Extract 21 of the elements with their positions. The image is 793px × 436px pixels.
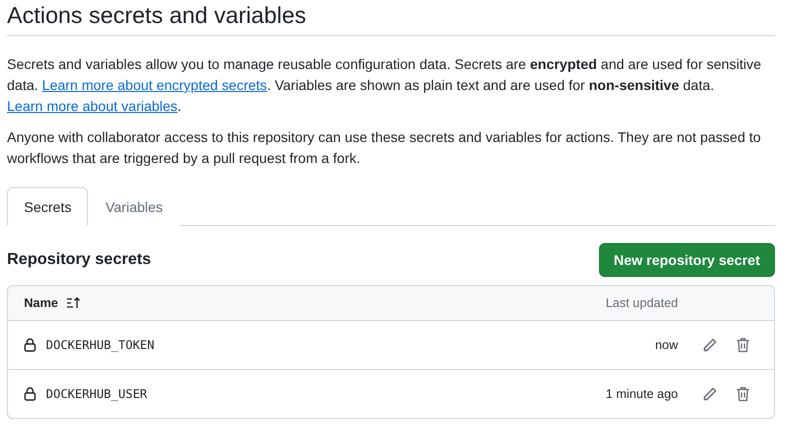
lock-icon [24,338,36,352]
section-title: Repository secrets [7,251,152,269]
new-secret-button[interactable]: New repository secret [598,243,775,277]
pencil-icon[interactable] [702,337,718,353]
updated-time: 1 minute ago [604,387,678,401]
trash-icon[interactable] [736,386,750,402]
updated-time: now [654,338,678,352]
tab[interactable]: Secrets [7,187,88,226]
page-title: Actions secrets and variables [7,1,308,29]
trash-icon[interactable] [736,337,750,353]
learn-more-link[interactable]: Learn more about encrypted secrets [42,77,267,93]
secret-name: DOCKERHUB_USER [46,387,148,401]
secret-name: DOCKERHUB_TOKEN [46,338,154,352]
sort-icon[interactable] [66,297,80,309]
description-paragraph: Secrets and variables allow you to manage reusable configuration data. Secrets are encrypted and are used for sensitive data. Learn more about encrypted secrets. Variables are shown as plain text and are used for non-sensitive data. Learn more about variables. [7,55,762,116]
learn-more-link[interactable]: Learn more about variables [7,98,178,114]
column-header: Name [24,296,58,310]
column-header: Last updated [604,296,678,310]
lock-icon [24,387,36,401]
access-note: Anyone with collaborator access to this repository can use these secrets and variables for actions. They are not passed to workflows that are triggered by a pull request from a fork. [7,128,762,168]
pencil-icon[interactable] [702,386,718,402]
